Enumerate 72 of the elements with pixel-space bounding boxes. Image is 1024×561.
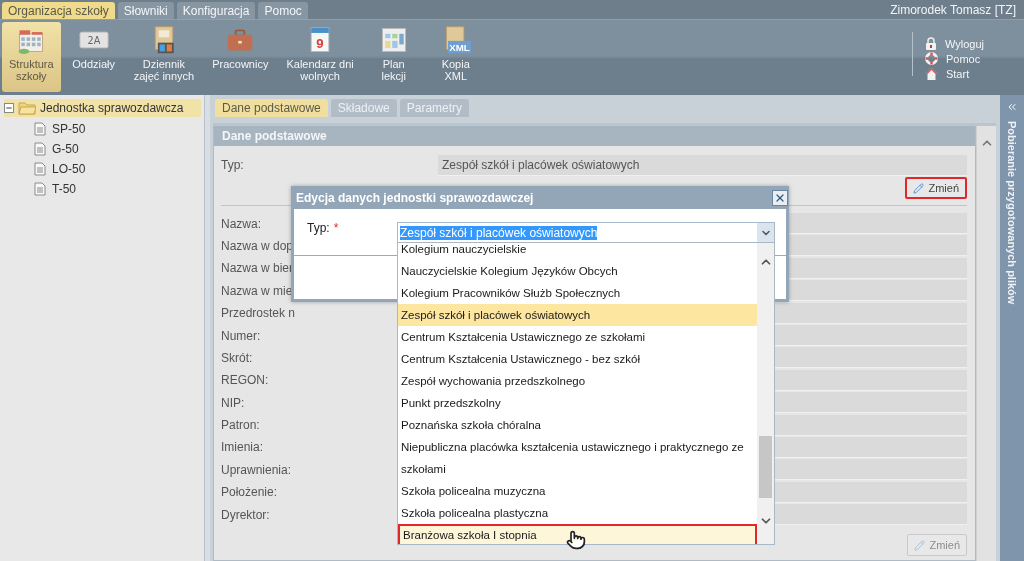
field-label: Nazwa w mie [221,283,293,298]
dropdown-option[interactable]: Kolegium nauczycielskie [398,243,757,260]
folder-icon [18,101,36,115]
field-label: Przedrostek n [221,306,296,321]
document-icon [34,162,46,176]
user-name: Zimorodek Tomasz [TZ] [890,2,1016,17]
field-label: Numer: [221,328,261,343]
field-label: Położenie: [221,485,278,500]
dropdown-option[interactable]: Punkt przedszkolny [398,392,757,414]
field-label: Typ: * [307,221,340,237]
dropdown-option[interactable]: Zespół szkół i placówek oświatowych [398,304,757,326]
field-label: Patron: [221,418,260,433]
field-label: Nazwa: [221,216,261,231]
scrollbar[interactable] [757,243,774,544]
tree-item[interactable]: SP-50 [34,120,204,138]
field-label: Typ: [221,158,244,173]
type-value: Zespół szkół i placówek oświatowych [438,154,967,176]
toolbar-button[interactable]: Pracownicy [205,22,276,92]
dropdown-option[interactable]: Szkoła policealna plastyczna [398,502,757,524]
field-label: NIP: [221,395,245,410]
menu-tab[interactable]: Słowniki [117,2,174,19]
pencil-icon [914,539,926,551]
toolbar-button[interactable]: 9 Kalendarz dni wolnych [279,22,361,92]
field-label: REGON: [221,373,269,388]
field-label: Skrót: [221,350,253,365]
collapse-icon[interactable] [4,103,14,113]
lifebuoy-icon [924,52,938,65]
tree-item[interactable]: Jednostka sprawozdawcza [4,99,201,117]
toolbar-button[interactable]: Plan lekcji [364,22,423,92]
menu-tab[interactable]: Konfiguracja [176,2,256,19]
tree-item[interactable]: G-50 [34,140,204,158]
field-label: Uprawnienia: [221,462,292,477]
document-icon [34,142,46,156]
dropdown-option[interactable]: Szkoła policealna muzyczna [398,480,757,502]
side-panel-title: Pobieranie przygotowanych plików [1006,121,1018,305]
dropdown-option[interactable]: Niepubliczna placówka kształcenia ustawicznego i praktycznego ze szkołami [398,436,757,480]
quick-link[interactable]: Wyloguj [924,37,984,50]
toolbar-button[interactable]: 2A Oddziały [64,22,123,92]
dialog-title: Edycja danych jednostki sprawozdawczej [296,190,534,205]
menu-tab[interactable]: Organizacja szkoły [2,2,115,19]
close-button[interactable] [772,189,788,206]
expand-icon [1006,101,1018,113]
dropdown-option[interactable]: Poznańska szkoła chóralna [398,414,757,436]
dropdown-option[interactable]: Kolegium Pracowników Służb Społecznych [398,282,757,304]
side-panel[interactable]: Pobieranie przygotowanych plików [1000,95,1024,561]
field-label: Imienia: [221,440,264,455]
dropdown-option[interactable]: Centrum Kształcenia Ustawicznego - bez szkół [398,348,757,370]
document-icon [34,182,46,196]
dropdown-option[interactable]: Zespół wychowania przedszkolnego [398,370,757,392]
home-icon [924,67,938,80]
dropdown-option[interactable]: Centrum Kształcenia Ustawicznego ze szkołami [398,326,757,348]
padlock-icon [924,37,937,50]
quick-link[interactable]: Pomoc [924,52,984,65]
tree-item[interactable]: LO-50 [34,160,204,178]
menu-tab[interactable]: Pomoc [258,2,308,19]
dropdown-option[interactable]: Nauczycielskie Kolegium Języków Obcych [398,260,757,282]
tab[interactable]: Dane podstawowe [215,99,328,117]
toolbar-button[interactable]: Dziennik zajęć innych [126,22,202,92]
panel-title: Dane podstawowe [214,126,975,146]
dropdown-option[interactable]: Branżowa szkoła I stopnia [398,524,757,544]
scrollbar[interactable] [976,126,996,561]
quick-link[interactable]: Start [924,67,984,80]
scroll-thumb[interactable] [759,436,772,498]
toolbar-button[interactable]: Struktura szkoły [2,22,61,92]
toolbar-button[interactable]: XML Kopia XML [426,22,485,92]
field-label: Nazwa w bier [221,261,294,276]
document-icon [34,122,46,136]
tree-item[interactable]: T-50 [34,180,204,198]
pencil-icon [913,182,925,194]
field-label: Dyrektor: [221,507,270,522]
change-button[interactable]: Zmień [905,177,967,200]
type-select[interactable]: Zespół szkół i placówek oświatowych [397,222,775,243]
